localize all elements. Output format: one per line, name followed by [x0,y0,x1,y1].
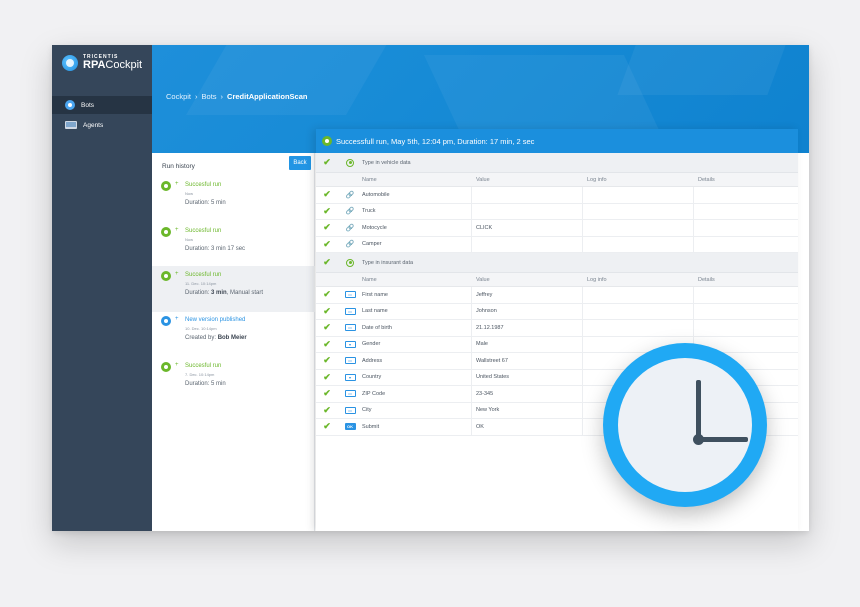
check-icon: ✔ [323,157,331,167]
logo-icon [62,55,78,71]
clock-hub [693,434,704,445]
logo-product: RPACockpit [83,59,143,71]
check-icon: ✔ [323,421,331,432]
sidebar: TRICENTIS RPACockpit Bots Agents [52,45,152,531]
table-header: Name Value Log info Details [316,273,798,287]
table-row[interactable]: ✔ ▾ Gender Male [316,336,798,353]
expand-icon: + [175,316,179,322]
check-icon: ✔ [323,289,331,300]
check-icon: ✔ [323,355,331,366]
check-icon: ✔ [323,338,331,349]
textfield-icon: ▭ [344,390,356,398]
link-icon: 🔗 [345,191,355,199]
expand-icon: + [175,227,179,233]
link-icon: 🔗 [345,208,355,216]
logo: TRICENTIS RPACockpit [62,55,142,71]
step-group-insurant[interactable]: ✔ Type in insurant data [316,253,798,273]
table-row[interactable]: ✔ 🔗 Motocycle CLICK [316,220,798,237]
table-row[interactable]: ✔ 🔗 Camper [316,236,798,253]
back-button[interactable]: Back [289,156,311,170]
sidebar-item-agents[interactable]: Agents [52,116,152,134]
check-icon: ✔ [323,222,331,233]
check-icon: ✔ [323,388,331,399]
textfield-icon: ▭ [344,291,356,299]
expand-icon[interactable] [346,158,354,167]
table-row[interactable]: ✔ 🔗 Automobile [316,187,798,204]
run-success-icon [161,227,171,237]
publish-icon [161,316,171,326]
expand-icon: + [175,362,179,368]
bot-icon [65,100,75,110]
run-success-icon [161,362,171,372]
monitor-icon [65,121,77,129]
table-header: Name Value Log info Details [316,173,798,187]
run-history-item[interactable]: + Succesful run 7. Dec. 10:14pm Duration… [152,359,315,405]
breadcrumb: Cockpit › Bots › CreditApplicationScan [166,92,308,101]
step-group-vehicle[interactable]: ✔ Type in vehicle data [316,153,798,173]
textfield-icon: ▭ [344,307,356,315]
breadcrumb-current: CreditApplicationScan [227,92,308,101]
sidebar-item-label: Bots [81,101,95,109]
breadcrumb-cockpit[interactable]: Cockpit [166,92,191,101]
clock-icon [603,343,767,507]
textfield-icon: ▭ [344,324,356,332]
link-icon: 🔗 [345,241,355,249]
run-history-item[interactable]: + Succesful run Now Duration: 3 min 17 s… [152,224,315,270]
check-icon: ✔ [323,322,331,333]
check-icon: ✔ [323,305,331,316]
breadcrumb-bots[interactable]: Bots [202,92,217,101]
expand-icon: + [175,181,179,187]
expand-icon: + [175,271,179,277]
run-banner: Successfull run, May 5th, 12:04 pm, Dura… [316,129,798,153]
run-success-icon [322,136,332,146]
run-history-item[interactable]: + New version published 10. Dec. 10:14pm… [152,313,315,359]
run-history-panel: Run history Back + Succesful run Now Dur… [152,153,315,531]
run-history-item-selected[interactable]: + Succesful run 11. Dec. 10:14pm Duratio… [152,266,315,312]
link-icon: 🔗 [345,224,355,232]
run-success-icon [161,181,171,191]
sidebar-item-bots[interactable]: Bots [52,96,152,114]
textfield-icon: ▭ [344,357,356,365]
clock-face [618,358,752,492]
check-icon: ✔ [323,371,331,382]
check-icon: ✔ [323,257,331,267]
table-row[interactable]: ✔ ▭ First name Jeffrey [316,287,798,304]
textfield-icon: ▭ [344,406,356,414]
check-icon: ✔ [323,189,331,200]
table-row[interactable]: ✔ ▭ Date of birth 21.12.1987 [316,320,798,337]
check-icon: ✔ [323,238,331,249]
ok-button-icon: OK [344,423,356,431]
run-history-item[interactable]: + Succesful run Now Duration: 5 min [152,178,315,224]
expand-icon[interactable] [346,258,354,267]
check-icon: ✔ [323,205,331,216]
dropdown-icon: ▾ [344,340,356,348]
dropdown-icon: ▾ [344,373,356,381]
run-history-title: Run history [162,163,195,170]
run-success-icon [161,271,171,281]
table-row[interactable]: ✔ ▭ Last name Johnson [316,303,798,320]
check-icon: ✔ [323,404,331,415]
clock-minute-hand [698,437,748,442]
clock-hour-hand [696,380,701,442]
table-row[interactable]: ✔ 🔗 Truck [316,203,798,220]
sidebar-item-label: Agents [83,121,104,129]
